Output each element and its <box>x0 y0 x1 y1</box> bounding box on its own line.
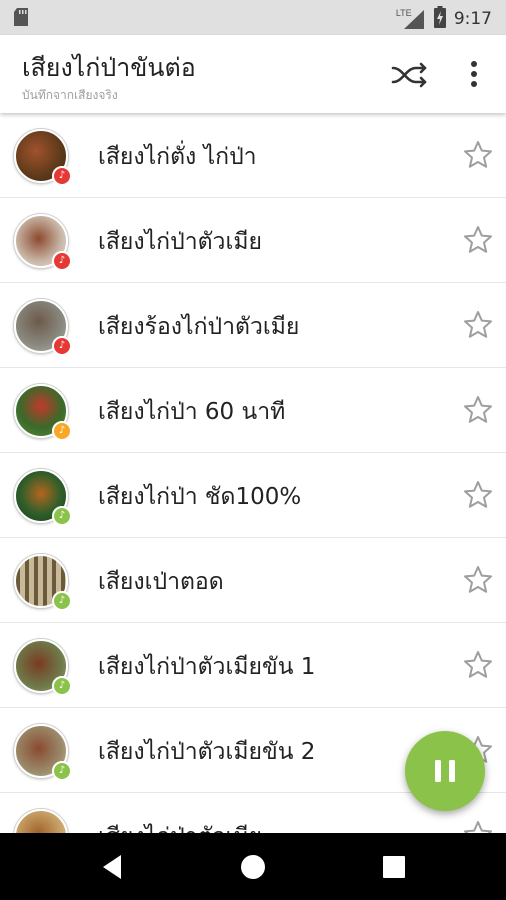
list-item[interactable]: ♪ เสียงไก่ตั่ง ไก่ป่า <box>0 113 506 198</box>
clock: 9:17 <box>453 9 492 29</box>
music-note-icon: ♪ <box>52 761 72 781</box>
list-item[interactable]: ♪ เสียงไก่ป่า ชัด100% <box>0 453 506 538</box>
navigation-bar <box>0 833 506 900</box>
list-item-label: เสียงเป่าตอด <box>98 569 224 595</box>
shuffle-icon[interactable] <box>390 60 430 90</box>
star-icon[interactable] <box>462 479 494 511</box>
music-note-icon: ♪ <box>52 251 72 271</box>
star-icon[interactable] <box>462 139 494 171</box>
list-item-label: เสียงไก่ป่าตัวเมียขัน 2 <box>98 739 316 765</box>
star-icon[interactable] <box>462 564 494 596</box>
music-note-icon: ♪ <box>52 336 72 356</box>
recents-icon[interactable] <box>378 851 410 883</box>
star-icon[interactable] <box>462 224 494 256</box>
list-item-label: เสียงไก่ป่า 60 นาที <box>98 399 286 425</box>
app-bar: เสียงไก่ป่าขันต่อ บันทึกจากเสียงจริง <box>0 35 506 113</box>
app-title: เสียงไก่ป่าขันต่อ <box>22 53 196 82</box>
star-icon[interactable] <box>462 394 494 426</box>
star-icon[interactable] <box>462 309 494 341</box>
sound-list: ♪ เสียงไก่ตั่ง ไก่ป่า ♪ เสียงไก่ป่าตัวเม… <box>0 113 506 833</box>
more-vert-icon[interactable] <box>462 57 486 91</box>
list-item[interactable]: ♪ เสียงเป่าตอด <box>0 538 506 623</box>
music-note-icon: ♪ <box>52 506 72 526</box>
pause-button[interactable] <box>405 731 485 811</box>
list-item-label: เสียงไก่ป่า ชัด100% <box>98 484 302 510</box>
sd-card-icon <box>14 8 28 30</box>
battery-charging-icon <box>433 6 446 32</box>
list-item-label: เสียงไก่ป่าตัวเมีย <box>98 819 262 833</box>
music-note-icon: ♪ <box>52 166 72 186</box>
music-note-icon: ♪ <box>52 421 72 441</box>
list-item-label: เสียงไก่ป่าตัวเมีย <box>98 229 262 255</box>
list-item[interactable]: ♪ เสียงร้องไก่ป่าตัวเมีย <box>0 283 506 368</box>
app-subtitle: บันทึกจากเสียงจริง <box>22 88 118 102</box>
list-item-label: เสียงไก่ป่าตัวเมียขัน 1 <box>98 654 316 680</box>
lte-signal-icon: LTE <box>396 8 426 30</box>
list-item-label: เสียงไก่ตั่ง ไก่ป่า <box>98 144 257 170</box>
music-note-icon: ♪ <box>52 676 72 696</box>
star-icon[interactable] <box>462 819 494 833</box>
list-item[interactable]: ♪ เสียงไก่ป่าตัวเมีย <box>0 198 506 283</box>
home-icon[interactable] <box>237 851 269 883</box>
pause-icon <box>435 760 455 782</box>
hen-thumbnail <box>14 809 68 833</box>
music-note-icon: ♪ <box>52 591 72 611</box>
status-bar: LTE 9:17 <box>0 0 506 35</box>
back-icon[interactable] <box>97 851 129 883</box>
star-icon[interactable] <box>462 649 494 681</box>
list-item-label: เสียงร้องไก่ป่าตัวเมีย <box>98 314 300 340</box>
list-item[interactable]: ♪ เสียงไก่ป่าตัวเมียขัน 1 <box>0 623 506 708</box>
list-item[interactable]: ♪ เสียงไก่ป่า 60 นาที <box>0 368 506 453</box>
